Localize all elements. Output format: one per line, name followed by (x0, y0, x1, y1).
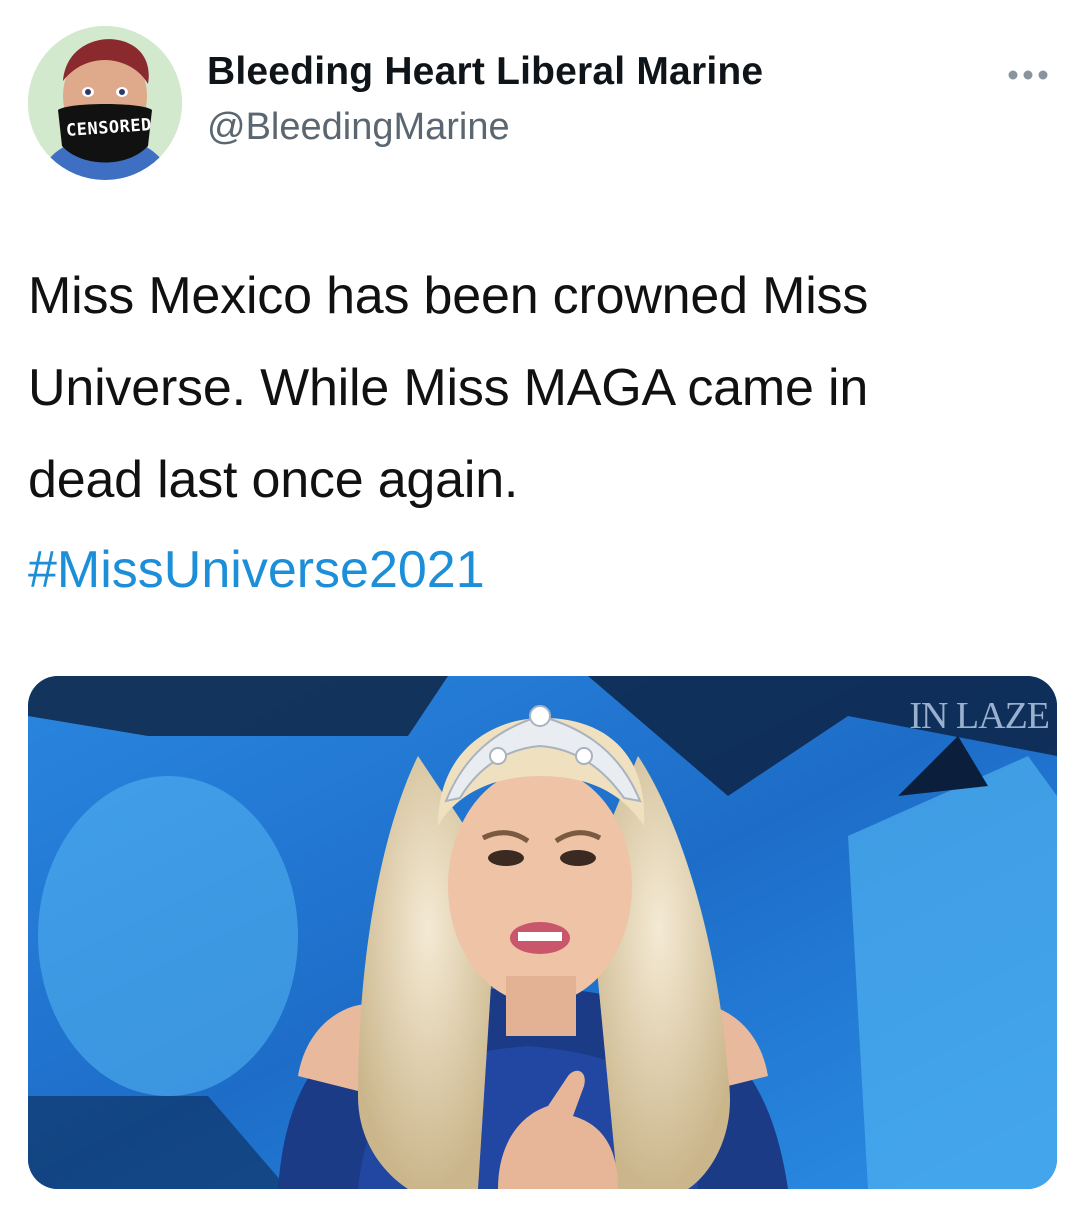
media-watermark: IN LAZE (909, 695, 1050, 737)
avatar-image (28, 26, 182, 180)
tweet-text: Miss Mexico has been crowned Miss Univer… (28, 250, 1058, 526)
tweet-text-line: Miss Mexico has been crowned Miss (28, 267, 869, 325)
tweet-media-image[interactable]: IN LAZE (28, 676, 1057, 1189)
tweet-card: CENSORED Bleeding Heart Liberal Marine @… (0, 0, 1079, 1221)
more-options-button[interactable] (1000, 60, 1060, 90)
author-avatar[interactable]: CENSORED (28, 26, 182, 180)
author-handle[interactable]: @BleedingMarine (207, 106, 510, 149)
media-photo (28, 676, 1057, 1189)
tweet-text-line: Universe. While Miss MAGA came in (28, 359, 869, 417)
tweet-text-line: dead last once again. (28, 451, 519, 509)
author-display-name[interactable]: Bleeding Heart Liberal Marine (207, 50, 763, 94)
hashtag-link[interactable]: #MissUniverse2021 (28, 530, 485, 610)
ellipsis-icon (1008, 70, 1048, 80)
